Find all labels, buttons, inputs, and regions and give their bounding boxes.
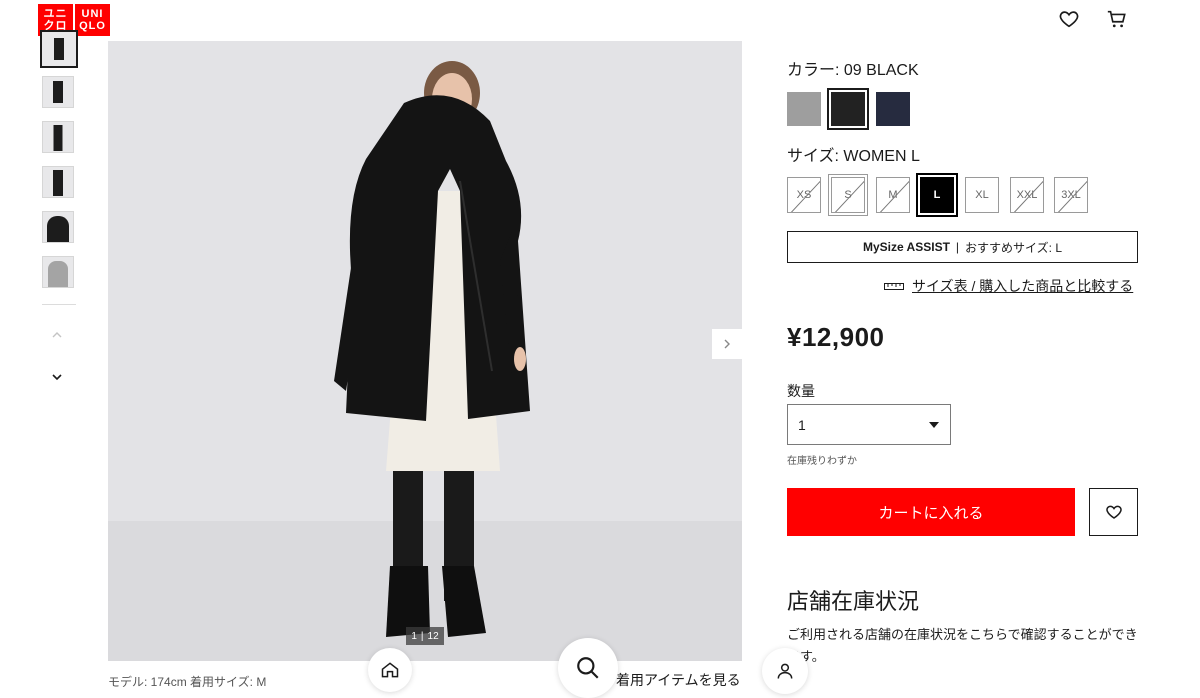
chevron-right-icon	[724, 339, 730, 349]
color-swatch-navy[interactable]	[876, 92, 910, 126]
size-option-s[interactable]: S	[828, 174, 868, 216]
store-stock-description: ご利用される店舗の在庫状況をこちらで確認することができます。	[787, 627, 1138, 664]
heart-icon	[1105, 505, 1122, 519]
model-illustration	[108, 61, 742, 661]
color-heading: カラー: 09 BLACK	[787, 56, 919, 80]
image-next-button[interactable]	[712, 329, 742, 359]
mysize-recommendation: おすすめサイズ: L	[965, 240, 1063, 255]
quantity-label: 数量	[787, 383, 815, 399]
logo-text-3: UNI	[81, 8, 104, 20]
caret-down-icon	[929, 421, 939, 428]
search-icon	[577, 657, 599, 679]
price: ¥12,900	[787, 322, 885, 352]
size-option-xl[interactable]: XL	[965, 177, 999, 213]
mysize-divider: |	[955, 240, 960, 254]
thumbnail-divider	[42, 304, 76, 305]
color-swatch-black[interactable]	[827, 88, 869, 130]
stock-note: 在庫残りわずか	[787, 456, 857, 467]
size-chart-link-text: サイズ表 / 購入した商品と比較する	[912, 278, 1134, 294]
store-stock-heading: 店舗在庫状況	[787, 589, 920, 614]
view-outfit-items-link[interactable]: 着用アイテムを見る	[616, 670, 741, 690]
add-to-wishlist-button[interactable]	[1089, 488, 1138, 536]
logo-text-4: QLO	[79, 20, 106, 32]
home-icon	[381, 662, 399, 678]
color-label: カラー:	[787, 62, 840, 79]
counter-current: 1	[411, 630, 417, 642]
size-option-l[interactable]: L	[916, 173, 958, 217]
product-main-image[interactable]: 1 | 12	[108, 41, 742, 661]
color-swatch-gray[interactable]	[787, 92, 821, 126]
image-counter: 1 | 12	[406, 627, 444, 645]
add-to-cart-button[interactable]: カートに入れる	[787, 488, 1075, 536]
thumbnail-6[interactable]	[42, 256, 74, 288]
size-option-m[interactable]: M	[876, 177, 910, 213]
mysize-assist-button[interactable]: MySize ASSIST | おすすめサイズ: L	[787, 231, 1138, 263]
chevron-up-icon[interactable]	[50, 328, 66, 344]
thumbnail-1[interactable]	[40, 30, 78, 68]
user-icon	[777, 663, 793, 679]
size-value: WOMEN L	[843, 148, 920, 165]
size-option-3xl[interactable]: 3XL	[1054, 177, 1088, 213]
size-option-xs[interactable]: XS	[787, 177, 821, 213]
size-label: サイズ:	[787, 148, 839, 165]
thumbnail-4[interactable]	[42, 166, 74, 198]
logo-text-1: ユニ	[43, 8, 68, 20]
model-info: モデル: 174cm 着用サイズ: M	[108, 675, 267, 689]
chevron-down-icon[interactable]	[50, 370, 66, 386]
logo-latin: UNI QLO	[75, 4, 110, 36]
quantity-select[interactable]: 1	[787, 404, 951, 445]
quantity-value: 1	[798, 416, 806, 433]
home-button[interactable]	[368, 648, 412, 692]
size-heading: サイズ: WOMEN L	[787, 142, 920, 166]
account-button[interactable]	[762, 648, 808, 694]
size-option-xxl[interactable]: XXL	[1010, 177, 1044, 213]
cart-icon[interactable]	[1106, 8, 1130, 32]
thumbnail-5[interactable]	[42, 211, 74, 243]
thumbnail-3[interactable]	[42, 121, 74, 153]
search-button[interactable]	[558, 638, 618, 698]
ruler-icon	[884, 283, 904, 290]
color-value: 09 BLACK	[843, 62, 919, 79]
mysize-brand: MySize ASSIST	[862, 240, 950, 254]
size-chart-link[interactable]: サイズ表 / 購入した商品と比較する	[884, 276, 1133, 296]
thumbnail-2[interactable]	[42, 76, 74, 108]
counter-total: 12	[427, 630, 439, 642]
counter-separator: |	[420, 630, 424, 642]
heart-icon[interactable]	[1058, 8, 1082, 32]
